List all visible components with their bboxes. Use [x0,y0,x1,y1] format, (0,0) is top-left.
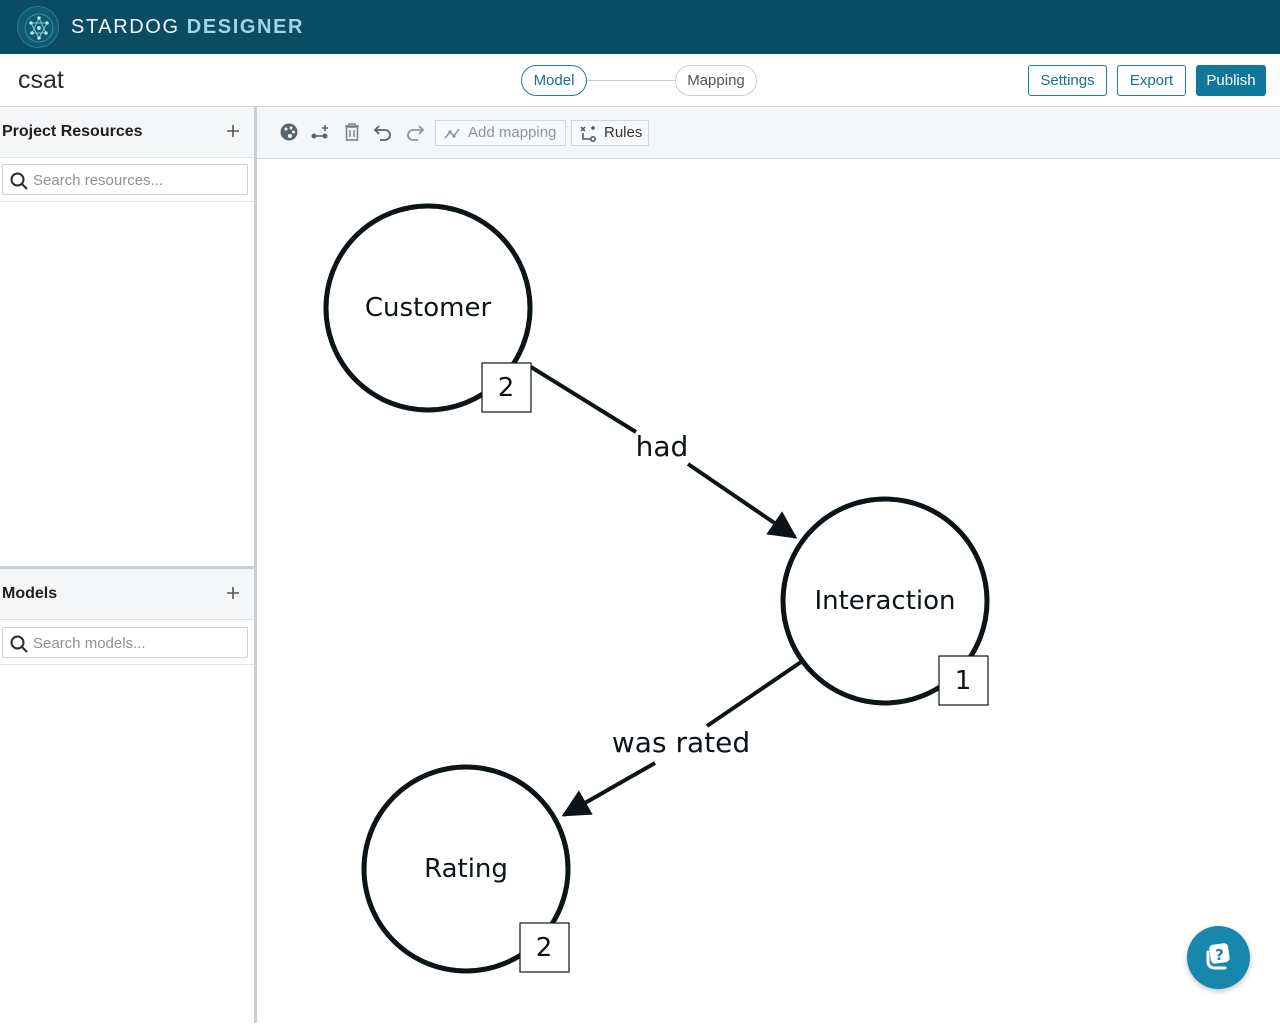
graph-node-interaction[interactable]: Interaction 1 [780,496,990,706]
node-label-rating: Rating [424,854,508,884]
search-icon [10,635,28,653]
rules-button[interactable]: Rules [571,120,649,146]
model-canvas[interactable]: had was rated Customer 2 Interaction 1 R… [257,160,1280,1023]
resources-search-input[interactable] [33,169,241,191]
models-panel-header: Models [0,569,254,620]
project-header: csat Model Mapping Settings Export Publi… [0,54,1280,107]
project-name: csat [18,66,64,94]
mode-stepper: Model Mapping [521,65,761,97]
resources-panel-title: Project Resources [2,123,143,140]
sidebar: Project Resources Models [0,107,257,1023]
brand-product: DESIGNER [186,16,305,38]
step-model[interactable]: Model [521,65,587,96]
node-label-customer: Customer [365,293,492,323]
canvas-toolbar: Add mapping Rules [257,107,1280,159]
add-mapping-label: Add mapping [468,124,557,141]
brand-name: STARDOG [71,16,180,38]
add-mapping-icon [444,128,460,139]
node-count-interaction: 1 [955,666,972,696]
graph-node-rating[interactable]: Rating 2 [361,764,571,974]
svg-text:?: ? [1215,946,1224,964]
node-label-interaction: Interaction [814,586,955,616]
plus-icon [227,587,239,599]
model-graph: had was rated Customer 2 Interaction 1 R… [323,203,990,974]
search-icon [10,172,28,190]
add-resource-button[interactable] [222,118,244,144]
rules-icon [580,126,596,142]
graph-edge-had[interactable]: had [529,365,798,539]
models-search-input[interactable] [33,632,241,654]
settings-button[interactable]: Settings [1028,65,1107,96]
app-bar: STARDOG DESIGNER [0,0,1280,54]
add-model-button[interactable] [222,580,244,606]
resources-panel-header: Project Resources [0,107,254,158]
graph-node-customer[interactable]: Customer 2 [323,203,533,413]
rules-label: Rules [604,124,643,141]
help-chat-button[interactable]: ? [1187,926,1250,989]
trash-icon[interactable] [341,121,363,143]
help-chat-icon: ? [1206,943,1230,970]
redo-icon[interactable] [404,121,426,143]
node-count-customer: 2 [498,373,515,403]
add-mapping-button[interactable]: Add mapping [435,120,566,146]
models-separator [0,664,254,665]
node-count-rating: 2 [536,933,553,963]
app-brand: STARDOG DESIGNER [71,16,304,39]
plus-icon [227,125,239,137]
models-panel-title: Models [2,585,58,602]
edge-label-had: had [636,430,689,463]
publish-button[interactable]: Publish [1196,65,1266,96]
stepper-connector [587,80,675,81]
models-search[interactable] [2,627,248,658]
graph-edge-was-rated[interactable]: was rated [561,660,803,817]
undo-icon[interactable] [372,121,394,143]
resources-search[interactable] [2,164,248,195]
resources-separator [0,201,254,202]
add-edge-icon[interactable] [309,121,331,143]
export-button[interactable]: Export [1117,65,1186,96]
stardog-logo-icon[interactable] [17,6,59,48]
edge-label-was-rated: was rated [612,726,750,759]
step-mapping[interactable]: Mapping [675,65,757,96]
palette-icon[interactable] [278,121,300,143]
